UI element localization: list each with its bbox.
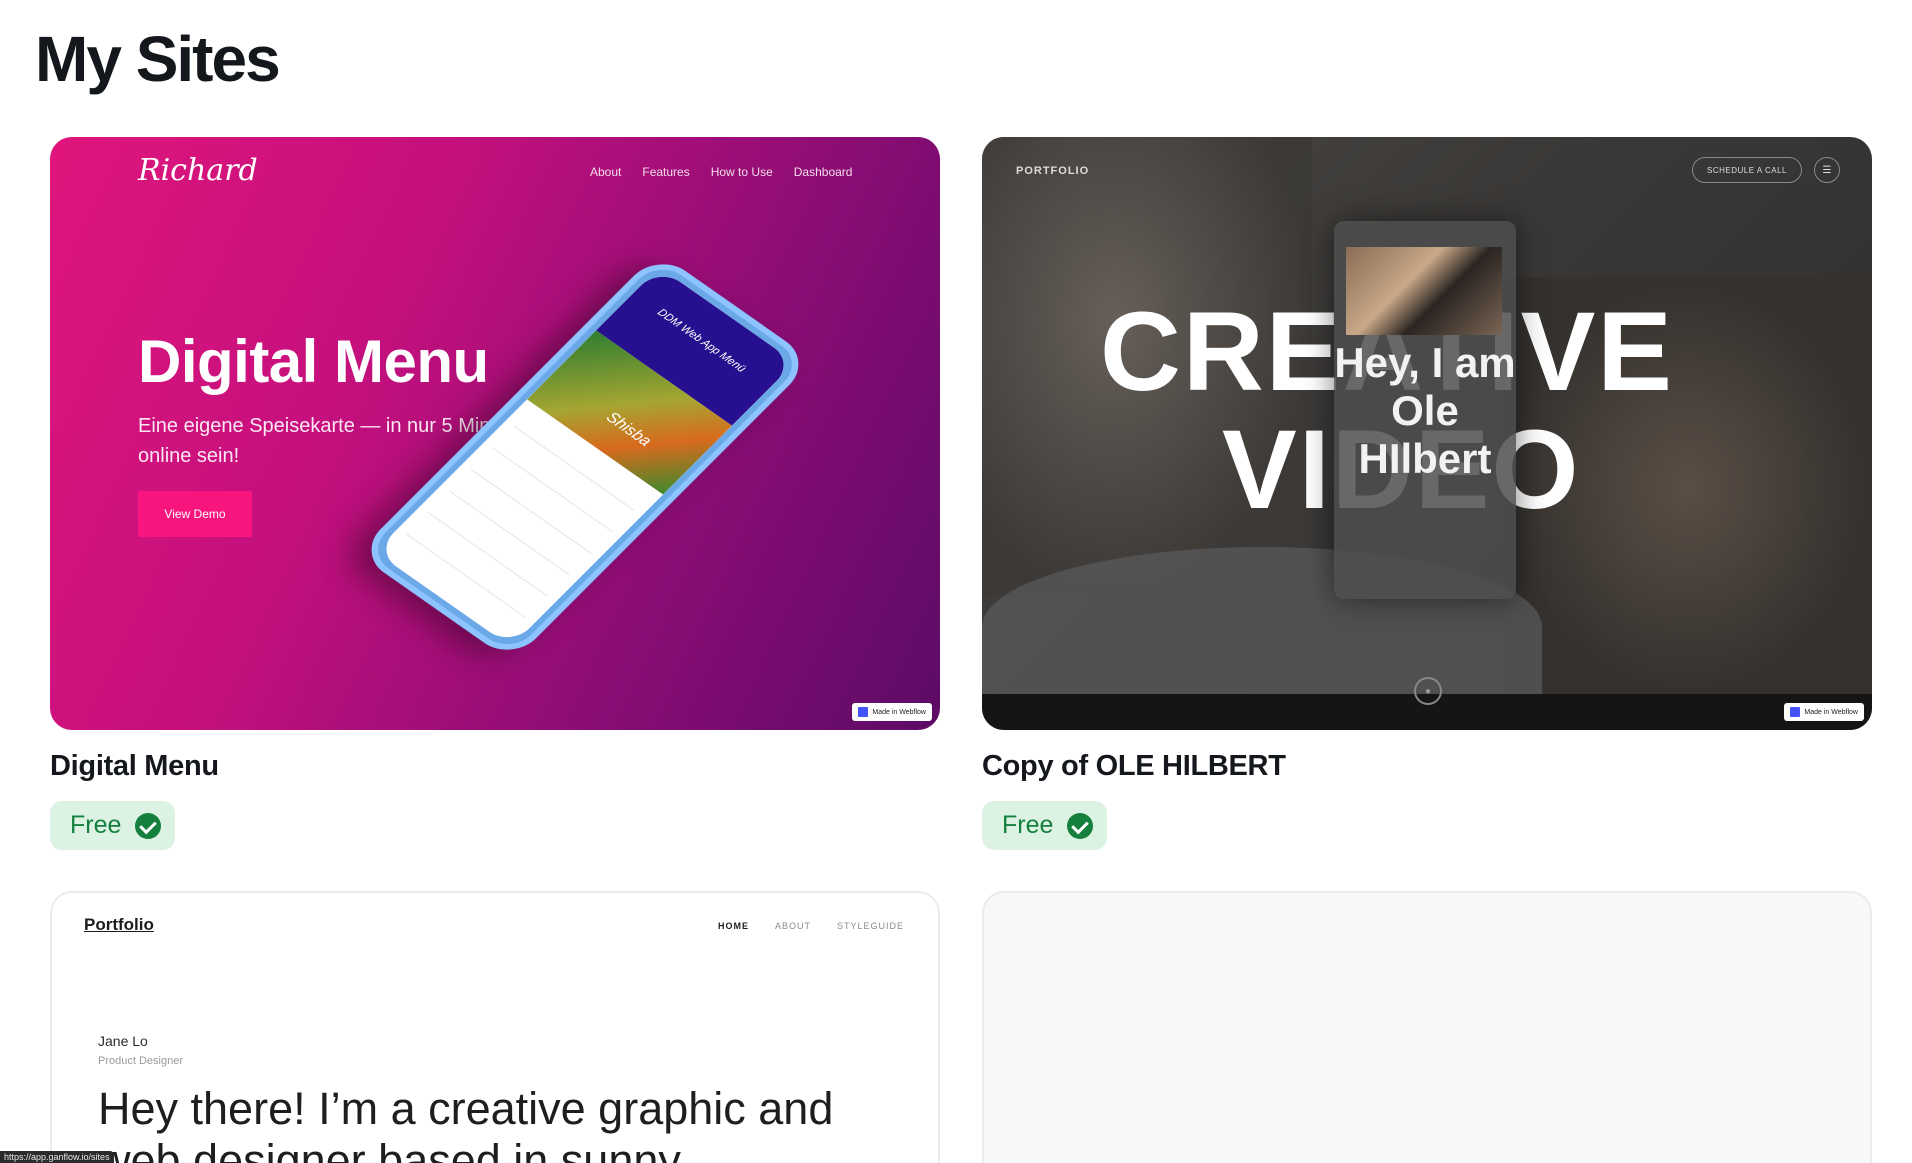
webflow-badge-label: Made in Webflow	[1804, 708, 1858, 716]
scroll-indicator-icon: ●	[1414, 677, 1442, 705]
site-name[interactable]: Copy of OLE HILBERT	[982, 750, 1872, 783]
webflow-badge: Made in Webflow	[1784, 703, 1864, 721]
plan-badge: Free	[982, 801, 1108, 850]
check-circle-icon	[135, 812, 162, 839]
preview-cta: View Demo	[138, 491, 252, 537]
site-card-ole-hilbert[interactable]: PORTFOLIO SCHEDULE A CALL ☰ CREATIVE VID…	[982, 137, 1872, 850]
preview-nav-item: HOME	[717, 921, 749, 931]
preview-video-text: Hey, I am Ole HIlbert	[1334, 339, 1516, 482]
preview-nav: HOME ABOUT STYLEGUIDE	[718, 921, 904, 931]
preview-video-card: Hey, I am Ole HIlbert	[1334, 221, 1516, 599]
page-title: My Sites	[35, 23, 281, 95]
link-status-tooltip: https://app.ganflow.io/sites	[0, 1151, 114, 1163]
preview-nav-item: How to Use	[710, 165, 773, 179]
site-thumbnail[interactable]	[982, 891, 1872, 1163]
preview-nav-item: Dashboard	[793, 165, 853, 179]
preview-nav-item: About	[590, 165, 622, 179]
preview-logo: Portfolio	[84, 915, 154, 934]
site-card-blank[interactable]	[982, 891, 1872, 1163]
check-circle-icon	[1067, 812, 1094, 839]
plan-label: Free	[70, 811, 122, 839]
site-card-digital-menu[interactable]: Richard About Features How to Use Dashbo…	[50, 137, 940, 850]
preview-nav: About Features How to Use Dashboard	[590, 165, 852, 179]
site-name[interactable]: Digital Menu	[50, 750, 940, 783]
plan-label: Free	[1002, 811, 1054, 839]
webflow-badge: Made in Webflow	[852, 703, 932, 721]
webflow-badge-label: Made in Webflow	[872, 708, 926, 716]
preview-nav-item: ABOUT	[774, 921, 811, 931]
preview-headline: Hey there! I’m a creative graphic and we…	[98, 1083, 834, 1163]
preview-video-photo	[1346, 247, 1502, 335]
preview-nav-item: Features	[642, 165, 690, 179]
hamburger-menu-icon: ☰	[1814, 157, 1840, 183]
webflow-logo-icon	[1790, 707, 1801, 717]
site-thumbnail[interactable]: PORTFOLIO SCHEDULE A CALL ☰ CREATIVE VID…	[982, 137, 1872, 730]
plan-badge: Free	[50, 801, 176, 850]
preview-logo: Richard	[138, 153, 258, 188]
preview-schedule-button: SCHEDULE A CALL	[1692, 157, 1802, 183]
site-thumbnail[interactable]: Richard About Features How to Use Dashbo…	[50, 137, 940, 730]
preview-role: Product Designer	[98, 1055, 183, 1067]
site-thumbnail[interactable]: Portfolio HOME ABOUT STYLEGUIDE Jane Lo …	[50, 891, 940, 1163]
webflow-logo-icon	[858, 707, 869, 717]
preview-hero-title: Digital Menu	[138, 328, 489, 395]
preview-nav-item: STYLEGUIDE	[836, 921, 904, 931]
preview-author: Jane Lo	[98, 1033, 148, 1049]
preview-brand: PORTFOLIO	[1016, 165, 1090, 177]
site-card-portfolio[interactable]: Portfolio HOME ABOUT STYLEGUIDE Jane Lo …	[50, 891, 940, 1163]
